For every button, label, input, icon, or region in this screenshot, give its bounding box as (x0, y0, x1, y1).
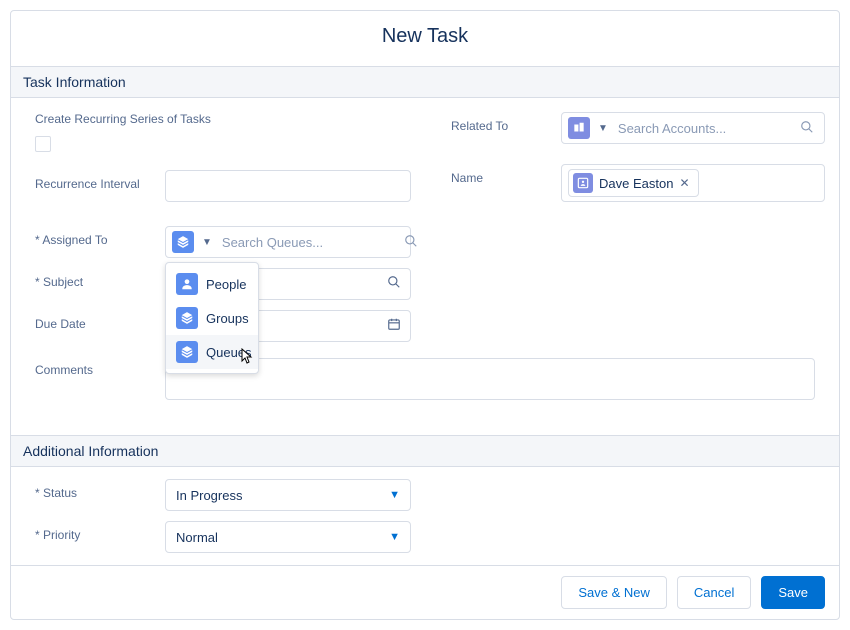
search-icon (800, 120, 818, 137)
modal-title: New Task (11, 11, 839, 66)
label-name: Name (451, 164, 561, 185)
calendar-icon[interactable] (387, 317, 401, 334)
additional-information-body: * Status In Progress ▼ * Priority Normal… (11, 467, 839, 565)
pill-label: Dave Easton (599, 176, 673, 191)
related-to-lookup[interactable]: ▼ (561, 112, 825, 144)
section-additional-information: Additional Information (11, 435, 839, 467)
search-icon[interactable] (387, 275, 401, 292)
label-priority: * Priority (35, 521, 165, 542)
dropdown-label: Groups (206, 311, 249, 326)
contact-icon (573, 173, 593, 193)
left-column: Create Recurring Series of Tasks Recurre… (35, 112, 411, 352)
label-subject: * Subject (35, 268, 165, 289)
priority-select[interactable]: Normal ▼ (165, 521, 411, 553)
cancel-button[interactable]: Cancel (677, 576, 751, 609)
assigned-to-lookup[interactable]: ▼ (165, 226, 411, 258)
account-icon (568, 117, 590, 139)
dropdown-item-groups[interactable]: Groups (166, 301, 258, 335)
remove-pill-icon[interactable]: ✕ (679, 176, 689, 190)
task-information-body: Create Recurring Series of Tasks Recurre… (11, 98, 839, 435)
modal-footer: Save & New Cancel Save (11, 565, 839, 619)
layers-icon (176, 341, 198, 363)
new-task-modal: New Task Task Information Create Recurri… (10, 10, 840, 620)
section-task-information: Task Information (11, 66, 839, 98)
dropdown-label: Queues (206, 345, 252, 360)
label-recurring: Create Recurring Series of Tasks (35, 112, 211, 126)
status-value: In Progress (176, 488, 242, 503)
dropdown-item-queues[interactable]: Queues (166, 335, 258, 369)
save-and-new-button[interactable]: Save & New (561, 576, 667, 609)
comments-input[interactable] (165, 358, 815, 400)
save-button[interactable]: Save (761, 576, 825, 609)
dropdown-item-people[interactable]: People (166, 267, 258, 301)
layers-icon (172, 231, 194, 253)
layers-icon (176, 307, 198, 329)
type-switcher-caret[interactable]: ▼ (594, 123, 612, 134)
search-icon (404, 234, 422, 251)
dropdown-label: People (206, 277, 246, 292)
related-to-input[interactable] (616, 120, 796, 137)
label-assigned-to: * Assigned To (35, 226, 165, 247)
label-status: * Status (35, 479, 165, 500)
recurring-checkbox[interactable] (35, 136, 51, 152)
label-related-to: Related To (451, 112, 561, 133)
right-column: Related To ▼ (451, 112, 825, 352)
label-recurrence-interval: Recurrence Interval (35, 170, 165, 191)
label-comments: Comments (35, 356, 165, 377)
assigned-to-type-dropdown: People Groups Queues (165, 262, 259, 374)
recurrence-interval-input[interactable] (165, 170, 411, 202)
person-icon (176, 273, 198, 295)
chevron-down-icon: ▼ (389, 489, 400, 501)
name-lookup[interactable]: Dave Easton ✕ (561, 164, 825, 202)
status-select[interactable]: In Progress ▼ (165, 479, 411, 511)
chevron-down-icon: ▼ (389, 531, 400, 543)
priority-value: Normal (176, 530, 218, 545)
assigned-to-input[interactable] (220, 234, 400, 251)
name-pill: Dave Easton ✕ (568, 169, 699, 197)
label-due-date: Due Date (35, 310, 165, 331)
type-switcher-caret[interactable]: ▼ (198, 237, 216, 248)
